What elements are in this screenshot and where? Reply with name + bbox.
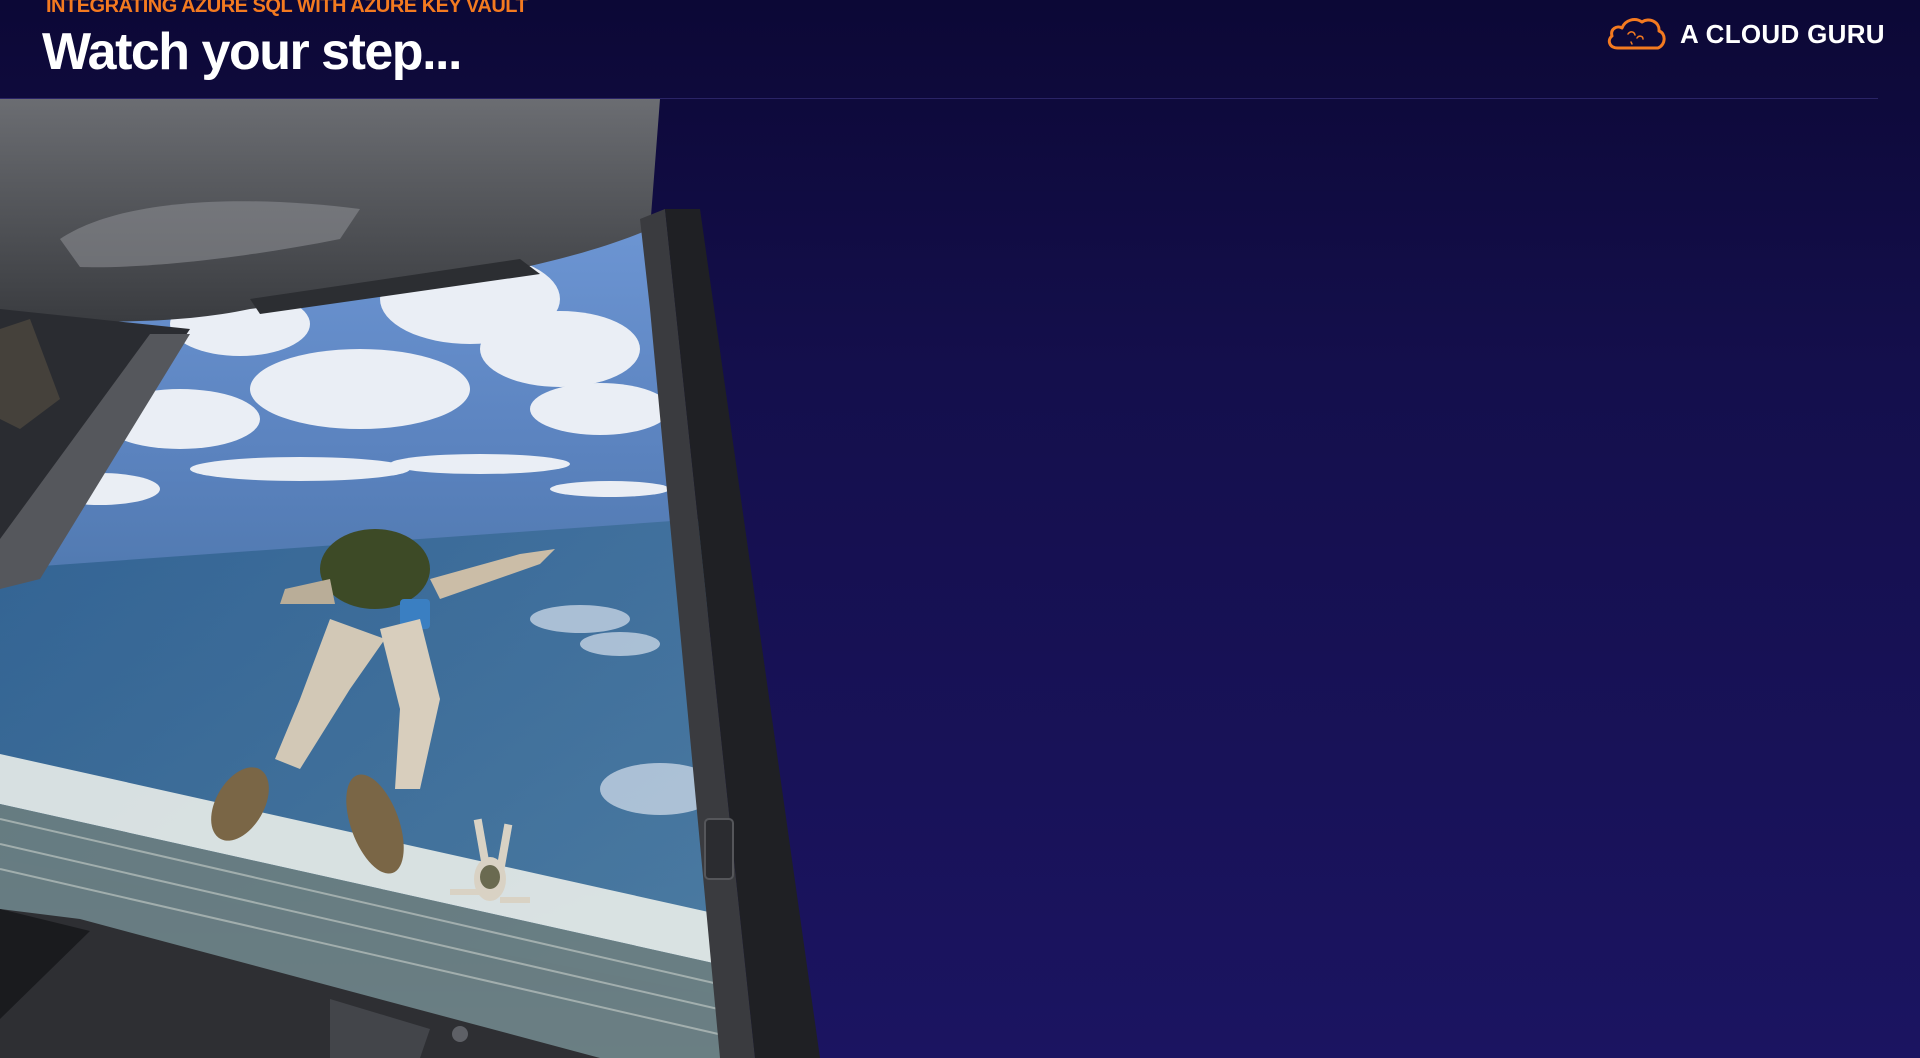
skydiving-photo [0, 99, 820, 1058]
brand-name: A CLOUD GURU [1680, 18, 1885, 49]
cloud-icon [1607, 18, 1666, 50]
slide-eyebrow: INTEGRATING AZURE SQL WITH AZURE KEY VAU… [46, 0, 528, 17]
slide-title: Watch your step... [42, 23, 462, 81]
brand-logo: A CLOUD GURU [1604, 14, 1885, 54]
slide: INTEGRATING AZURE SQL WITH AZURE KEY VAU… [0, 0, 1920, 1058]
